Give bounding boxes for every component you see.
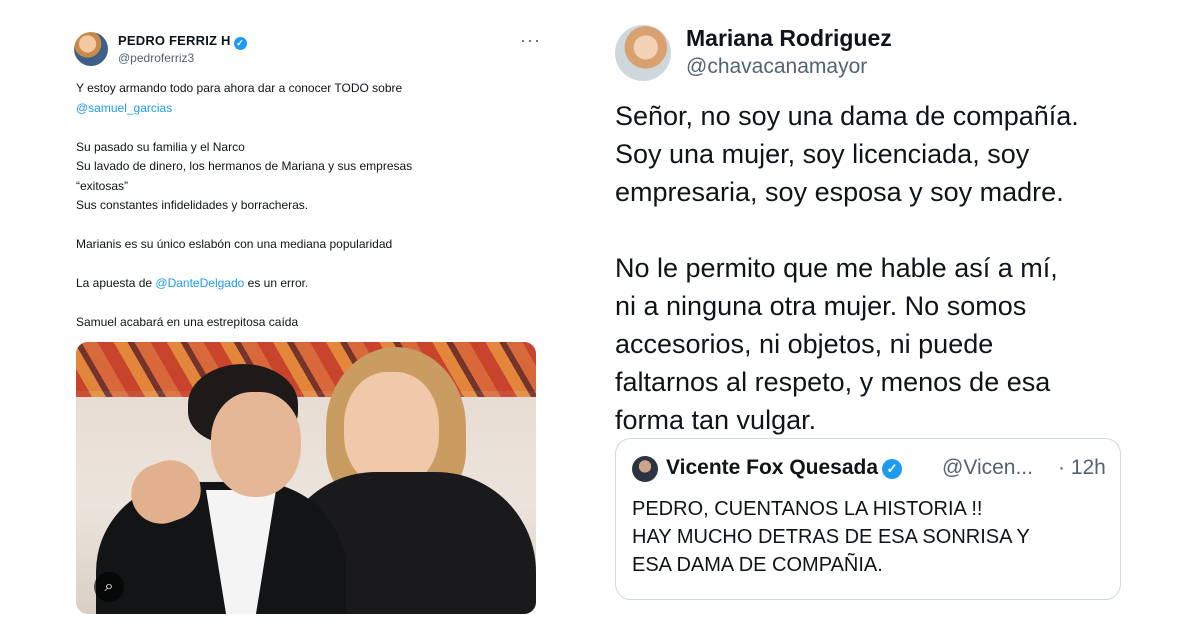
quoted-author-name-text[interactable]: Vicente Fox Quesada [666, 456, 878, 479]
quoted-author-name[interactable]: Vicente Fox Quesada ✓ [666, 456, 903, 480]
quoted-author-handle[interactable]: @Vicen... [942, 456, 1033, 480]
left-author-name-text[interactable]: PEDRO FERRIZ H [118, 33, 231, 48]
photo-figure [344, 372, 439, 487]
tweet-line: PEDRO, CUENTANOS LA HISTORIA !! [632, 498, 983, 520]
left-author-handle[interactable]: @pedroferriz3 [118, 51, 194, 65]
lens-search-icon[interactable]: ⌕ [94, 572, 124, 602]
tweet-line: Su lavado de dinero, los hermanos de Mar… [76, 159, 413, 173]
right-tweet-card: Mariana Rodriguez @chavacanamayor Señor,… [590, 0, 1200, 628]
verified-badge-icon: ✓ [882, 459, 903, 479]
more-options-icon[interactable]: ··· [520, 30, 541, 51]
tweet-line: HAY MUCHO DETRAS DE ESA SONRISA Y [632, 526, 1030, 548]
tweet-line: No le permito que me hable así a mí, [615, 253, 1058, 283]
mention-link[interactable]: @samuel_garcias [76, 99, 556, 119]
tweet-line: Marianis es su único eslabón con una med… [76, 237, 393, 251]
left-author-name[interactable]: PEDRO FERRIZ H ✓ [118, 33, 247, 50]
tweet-line: ni a ninguna otra mujer. No somos [615, 291, 1027, 321]
pedro-avatar[interactable] [74, 32, 108, 66]
right-author-handle[interactable]: @chavacanamayor [686, 55, 867, 79]
tweet-line: Sus constantes infidelidades y borracher… [76, 198, 309, 212]
vicente-avatar[interactable] [632, 456, 658, 482]
left-tweet-text: Y estoy armando todo para ahora dar a co… [76, 79, 556, 333]
right-tweet-text: Señor, no soy una dama de compañía. Soy … [615, 97, 1155, 439]
quoted-tweet-time[interactable]: · 12h [1058, 456, 1106, 480]
tweet-line: forma tan vulgar. [615, 405, 817, 435]
tweet-line: Señor, no soy una dama de compañía. [615, 101, 1079, 131]
quoted-tweet-text: PEDRO, CUENTANOS LA HISTORIA !! HAY MUCH… [632, 495, 1112, 579]
tweet-line: Samuel acabará en una estrepitosa caída [76, 315, 299, 329]
mariana-avatar[interactable] [615, 25, 671, 81]
tweet-line: ESA DAMA DE COMPAÑIA. [632, 554, 883, 576]
photo-figure [211, 392, 301, 497]
tweet-line: “exitosas” [76, 178, 129, 193]
tweet-photo[interactable]: ⌕ [76, 342, 536, 614]
tweet-line-with-mention: La apuesta de @DanteDelgado es un error. [76, 276, 309, 290]
tweet-line: empresaria, soy esposa y soy madre. [615, 177, 1064, 207]
mention-link[interactable]: @DanteDelgado [155, 276, 244, 290]
quoted-tweet[interactable]: Vicente Fox Quesada ✓ @Vicen... · 12h PED… [615, 438, 1121, 600]
verified-badge-icon: ✓ [233, 37, 247, 50]
tweet-line: Su pasado su familia y el Narco [76, 139, 245, 154]
tweet-line: accesorios, ni objetos, ni puede [615, 329, 994, 359]
tweet-line: Soy una mujer, soy licenciada, soy [615, 139, 1030, 169]
tweet-line: Y estoy armando todo para ahora dar a co… [76, 81, 403, 95]
left-tweet-card: PEDRO FERRIZ H ✓ @pedroferriz3 ··· Y esto… [0, 0, 590, 628]
painting-background [76, 342, 536, 397]
right-author-name[interactable]: Mariana Rodriguez [686, 25, 892, 52]
tweet-line: faltarnos al respeto, y menos de esa [615, 367, 1051, 397]
